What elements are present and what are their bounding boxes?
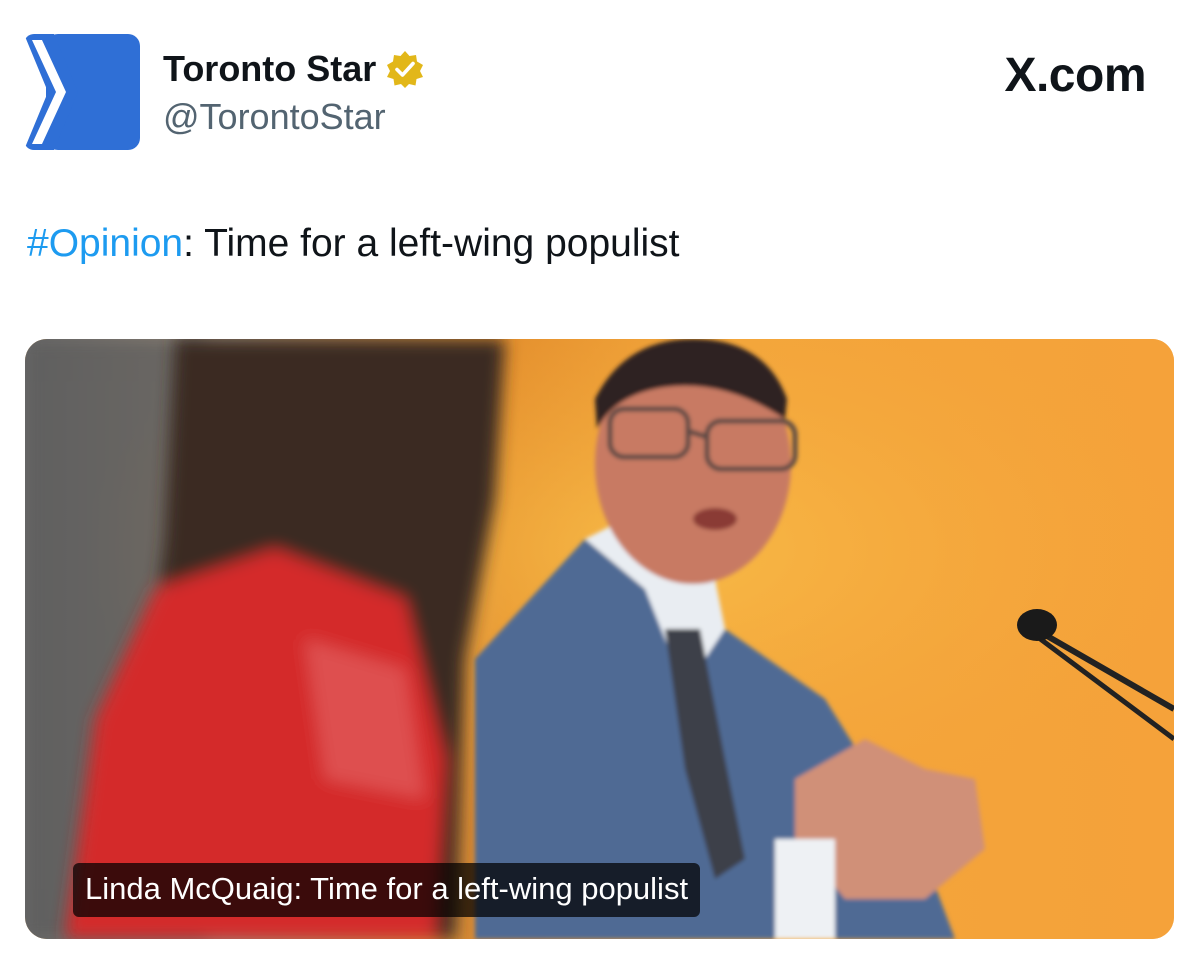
- media-caption: Linda McQuaig: Time for a left-wing popu…: [73, 863, 701, 917]
- author-name[interactable]: Toronto Star: [163, 48, 424, 90]
- x-com-brand: X.com: [1004, 49, 1146, 102]
- tweet-body: : Time for a left-wing populist: [183, 222, 680, 265]
- article-photo: [25, 339, 1174, 939]
- hashtag-link[interactable]: #Opinion: [27, 222, 183, 265]
- toronto-star-logo-icon: [24, 34, 140, 150]
- verified-badge-icon: [386, 50, 424, 88]
- tweet-text: #Opinion: Time for a left-wing populist: [27, 222, 680, 266]
- tweet-card: Toronto Star @TorontoStar X.com #Opinion…: [0, 0, 1200, 956]
- author-handle[interactable]: @TorontoStar: [163, 96, 386, 138]
- avatar[interactable]: [24, 34, 140, 150]
- author-name-text: Toronto Star: [163, 48, 377, 89]
- tweet-media-image[interactable]: Linda McQuaig: Time for a left-wing popu…: [25, 339, 1174, 939]
